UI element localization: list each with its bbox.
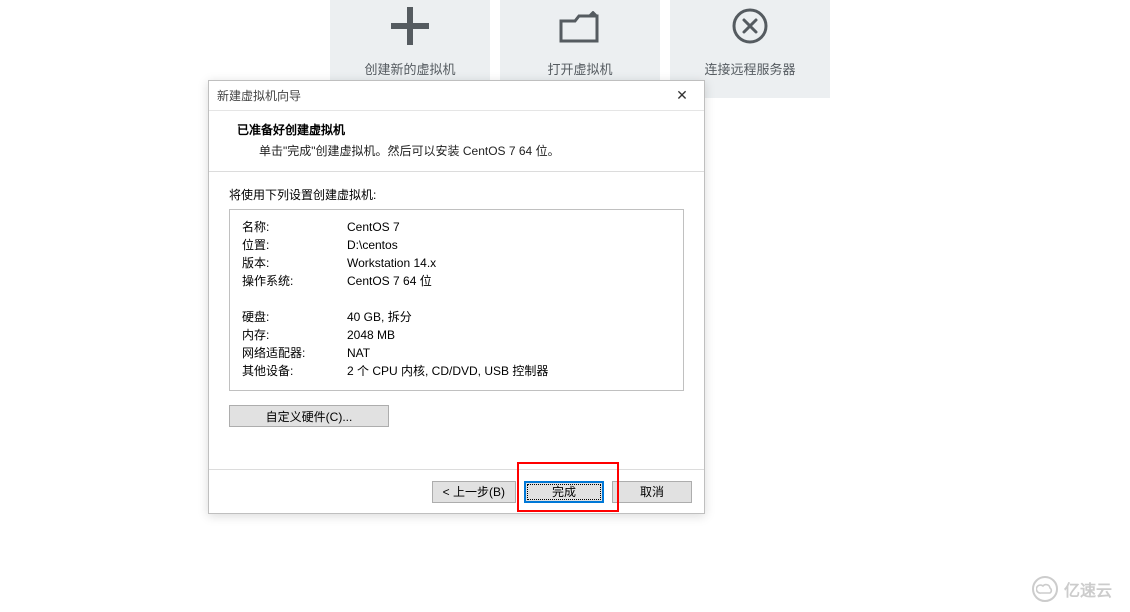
row-location-val: D:\centos xyxy=(347,236,671,254)
watermark: 亿速云 xyxy=(1032,576,1112,602)
row-memory: 内存:2048 MB xyxy=(242,326,671,344)
dialog-title: 新建虚拟机向导 xyxy=(217,87,301,104)
folder-open-icon xyxy=(559,11,601,45)
row-devices-val: 2 个 CPU 内核, CD/DVD, USB 控制器 xyxy=(347,362,671,380)
row-name-val: CentOS 7 xyxy=(347,218,671,236)
row-version-val: Workstation 14.x xyxy=(347,254,671,272)
row-disk: 硬盘:40 GB, 拆分 xyxy=(242,308,671,326)
dialog-header-subtitle: 单击"完成"创建虚拟机。然后可以安装 CentOS 7 64 位。 xyxy=(237,142,684,159)
dialog-header: 已准备好创建虚拟机 单击"完成"创建虚拟机。然后可以安装 CentOS 7 64… xyxy=(209,111,704,171)
close-icon[interactable]: ✕ xyxy=(668,85,696,107)
row-location: 位置:D:\centos xyxy=(242,236,671,254)
row-os: 操作系统:CentOS 7 64 位 xyxy=(242,272,671,290)
row-os-key: 操作系统: xyxy=(242,272,347,290)
plus-icon xyxy=(391,7,429,45)
watermark-cloud-icon xyxy=(1032,576,1058,602)
dialog-footer: < 上一步(B) 完成 取消 xyxy=(209,469,704,513)
connect-remote-icon xyxy=(731,7,769,45)
tile-connect-label: 连接远程服务器 xyxy=(704,59,795,78)
back-button[interactable]: < 上一步(B) xyxy=(432,481,516,503)
row-memory-val: 2048 MB xyxy=(347,326,671,344)
row-version: 版本:Workstation 14.x xyxy=(242,254,671,272)
row-version-key: 版本: xyxy=(242,254,347,272)
dialog-titlebar: 新建虚拟机向导 ✕ xyxy=(209,81,704,111)
row-disk-key: 硬盘: xyxy=(242,308,347,326)
row-devices-key: 其他设备: xyxy=(242,362,347,380)
row-memory-key: 内存: xyxy=(242,326,347,344)
watermark-text: 亿速云 xyxy=(1064,577,1112,601)
settings-intro-label: 将使用下列设置创建虚拟机: xyxy=(209,172,704,209)
tile-open-label: 打开虚拟机 xyxy=(547,59,612,78)
row-network-key: 网络适配器: xyxy=(242,344,347,362)
row-disk-val: 40 GB, 拆分 xyxy=(347,308,671,326)
row-network-val: NAT xyxy=(347,344,671,362)
new-vm-wizard-dialog: 新建虚拟机向导 ✕ 已准备好创建虚拟机 单击"完成"创建虚拟机。然后可以安装 C… xyxy=(208,80,705,514)
row-os-val: CentOS 7 64 位 xyxy=(347,272,671,290)
row-location-key: 位置: xyxy=(242,236,347,254)
finish-button[interactable]: 完成 xyxy=(524,481,604,503)
row-name-key: 名称: xyxy=(242,218,347,236)
settings-summary-box: 名称:CentOS 7 位置:D:\centos 版本:Workstation … xyxy=(229,209,684,391)
dialog-header-title: 已准备好创建虚拟机 xyxy=(237,121,684,138)
cancel-button[interactable]: 取消 xyxy=(612,481,692,503)
row-name: 名称:CentOS 7 xyxy=(242,218,671,236)
row-network: 网络适配器:NAT xyxy=(242,344,671,362)
tile-create-label: 创建新的虚拟机 xyxy=(364,59,455,78)
row-devices: 其他设备:2 个 CPU 内核, CD/DVD, USB 控制器 xyxy=(242,362,671,380)
customize-hardware-button[interactable]: 自定义硬件(C)... xyxy=(229,405,389,427)
